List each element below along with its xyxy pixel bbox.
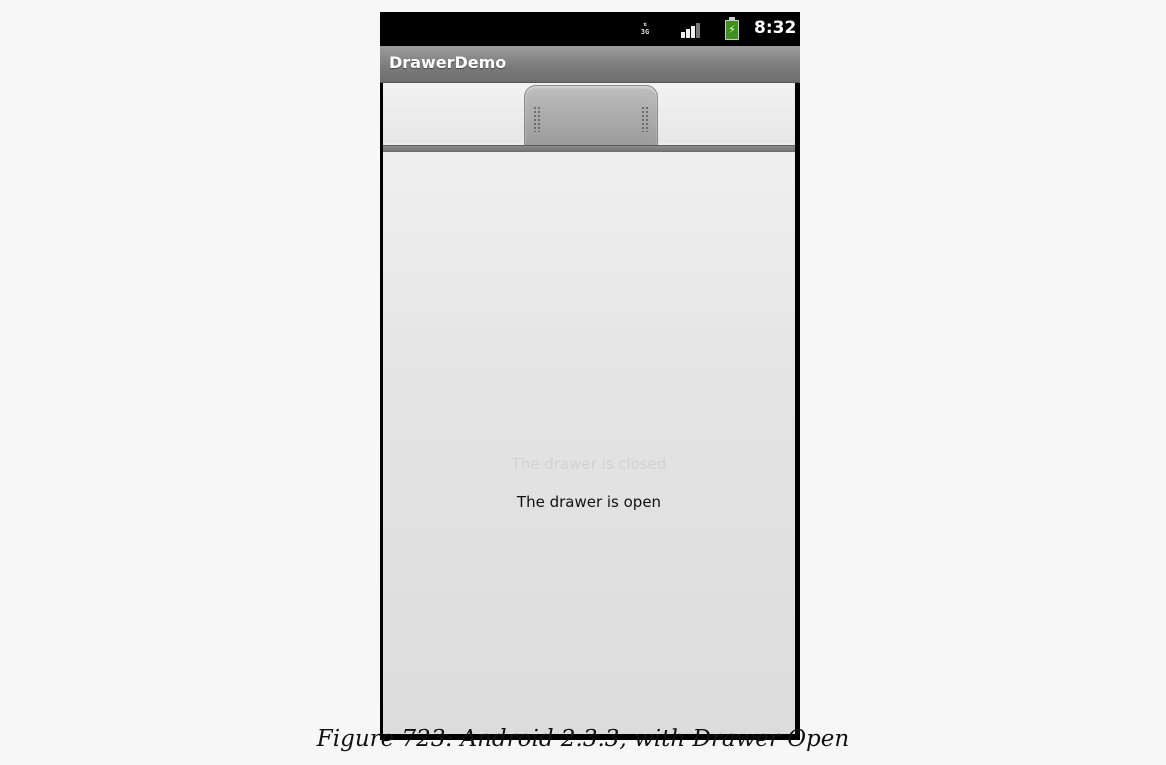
drawer-open-label: The drawer is open <box>516 493 662 511</box>
grip-right <box>641 106 649 132</box>
network-3g-icon: ⇅ 3G <box>638 21 652 37</box>
drawer-handle-icon[interactable] <box>524 85 658 149</box>
status-bar: ⇅ 3G ⚡ 8:32 <box>380 12 800 46</box>
battery-charging-icon: ⚡ <box>725 17 739 40</box>
grip-left <box>533 106 541 132</box>
figure-caption: Figure 723: Android 2.3.3, with Drawer O… <box>316 726 850 752</box>
signal-strength-icon <box>681 22 703 38</box>
status-time: 8:32 <box>754 18 797 38</box>
android-device-screen: ⇅ 3G ⚡ 8:32 DrawerDemo The drawer is clo… <box>380 12 800 740</box>
drawer-content: The drawer is closed The drawer is open <box>383 152 795 734</box>
drawer-closed-label: The drawer is closed <box>511 455 667 473</box>
app-content: The drawer is closed The drawer is open <box>383 83 795 734</box>
app-title: DrawerDemo <box>389 53 507 72</box>
drawer-divider <box>383 145 795 152</box>
app-title-bar: DrawerDemo <box>380 46 800 83</box>
network-label: 3G <box>640 28 650 36</box>
